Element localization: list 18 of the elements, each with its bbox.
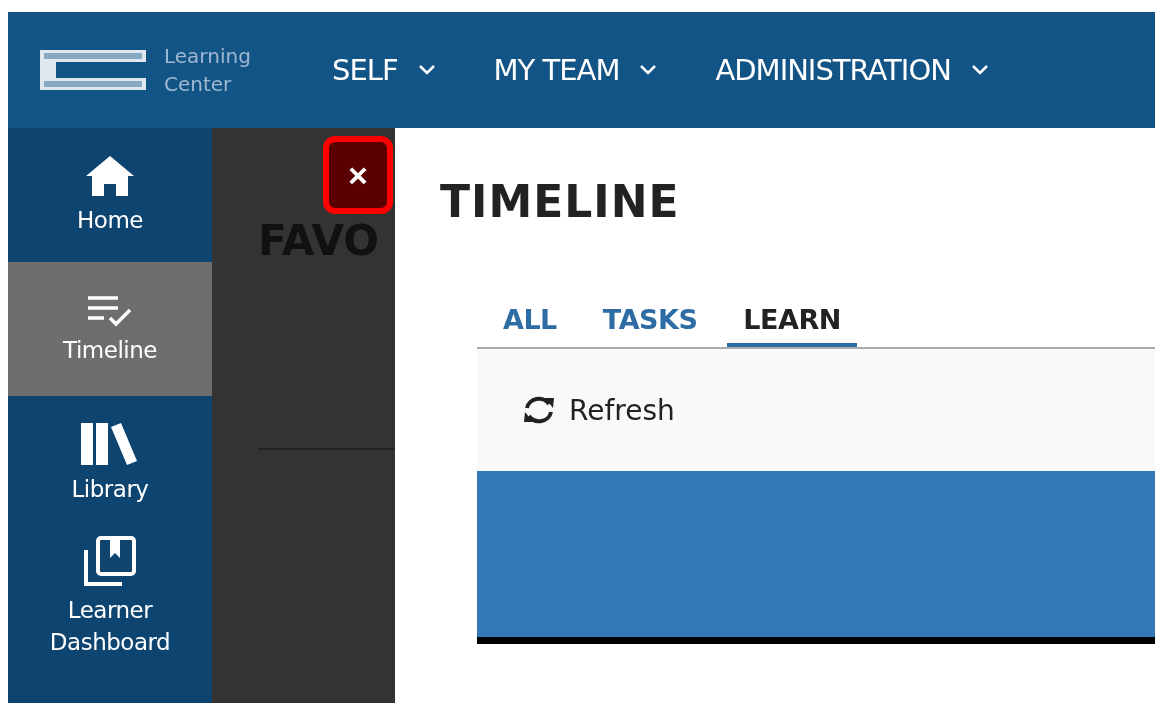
- tab[interactable]: TASKS: [586, 298, 714, 347]
- panel-title: TIMELINE: [440, 175, 681, 229]
- university-logo-icon: [40, 50, 146, 90]
- brand-text: Learning: [164, 43, 251, 70]
- tab[interactable]: ALL: [487, 298, 573, 347]
- nav-menu[interactable]: SELF: [332, 53, 436, 87]
- close-button[interactable]: ×: [323, 136, 393, 214]
- chevron-down-icon: [970, 64, 989, 76]
- chevron-down-icon: [639, 64, 658, 76]
- brand-text: Center: [164, 71, 233, 98]
- sidebar-item[interactable]: Timeline: [8, 262, 212, 396]
- refresh-button[interactable]: Refresh: [521, 393, 675, 427]
- home-icon: [84, 154, 136, 198]
- chevron-down-icon: [417, 64, 436, 76]
- refresh-icon: [521, 394, 557, 426]
- nav-menu[interactable]: ADMINISTRATION: [715, 53, 989, 87]
- bookmark-stack-icon: [82, 536, 138, 588]
- nav-menu[interactable]: MY TEAM: [493, 53, 658, 87]
